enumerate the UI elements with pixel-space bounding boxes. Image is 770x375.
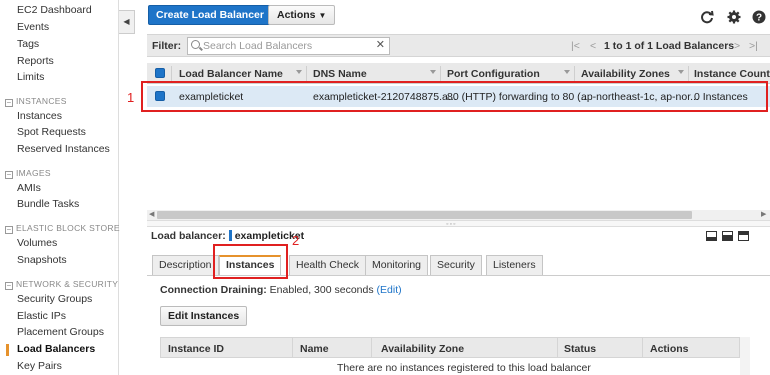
column-header-count[interactable]: Instance Count: [694, 68, 770, 80]
tab-description[interactable]: Description: [152, 255, 219, 275]
column-header-status[interactable]: Status: [564, 343, 596, 355]
sidebar-nav: EC2 Dashboard Events Tags Reports Limits…: [0, 0, 119, 375]
sidebar-item-volumes[interactable]: Volumes: [17, 237, 57, 249]
sidebar-item-key-pairs[interactable]: Key Pairs: [17, 360, 62, 372]
lb-color-mark: [228, 230, 232, 241]
sort-icon[interactable]: [678, 70, 684, 74]
vertical-scrollbar[interactable]: [740, 337, 750, 375]
drag-handle-icon: ◦◦◦: [446, 221, 457, 228]
sidebar-section-network-security[interactable]: − NETWORK & SECURITY: [5, 279, 118, 290]
refresh-icon[interactable]: [700, 10, 714, 24]
annotation-marker-2: 2: [292, 233, 300, 248]
select-all-checkbox[interactable]: [155, 68, 165, 78]
close-icon[interactable]: ✕: [376, 38, 385, 51]
sidebar-section-images[interactable]: − IMAGES: [5, 168, 51, 179]
sidebar-item-instances[interactable]: Instances: [17, 110, 62, 122]
chevron-left-icon: ◀: [123, 17, 130, 26]
scroll-right-icon[interactable]: ▶: [761, 210, 766, 218]
filter-label: Filter:: [152, 40, 182, 52]
search-icon: [191, 40, 200, 49]
column-header-dns[interactable]: DNS Name: [313, 68, 367, 80]
column-header-name[interactable]: Name: [300, 343, 329, 355]
sidebar-section-instances[interactable]: − INSTANCES: [5, 96, 67, 107]
scroll-left-icon[interactable]: ◀: [149, 210, 154, 218]
collapse-section-icon: −: [5, 98, 13, 107]
edit-instances-button[interactable]: Edit Instances: [160, 306, 248, 326]
annotation-box-2: [213, 244, 288, 279]
filter-bar: Filter: ✕ |< < 1 to 1 of 1 Load Balancer…: [147, 34, 770, 57]
sidebar-item-bundle-tasks[interactable]: Bundle Tasks: [17, 198, 79, 210]
panel-top-view-icon[interactable]: [738, 231, 749, 241]
sort-icon[interactable]: [296, 70, 302, 74]
tab-listeners[interactable]: Listeners: [486, 255, 543, 275]
edit-draining-link[interactable]: (Edit): [377, 284, 402, 296]
tab-health-check[interactable]: Health Check: [289, 255, 367, 275]
sidebar-item-placement-groups[interactable]: Placement Groups: [17, 326, 104, 338]
svg-text:?: ?: [756, 13, 762, 24]
draining-label: Connection Draining:: [160, 284, 267, 296]
sidebar-item-reserved-instances[interactable]: Reserved Instances: [17, 143, 110, 155]
sidebar-item-elastic-ips[interactable]: Elastic IPs: [17, 310, 66, 322]
column-header-port[interactable]: Port Configuration: [447, 68, 540, 80]
column-header-zones[interactable]: Availability Zones: [581, 68, 670, 80]
column-header-availability-zone[interactable]: Availability Zone: [381, 343, 464, 355]
gear-icon[interactable]: [727, 10, 741, 24]
panel-full-view-icon[interactable]: [722, 231, 733, 241]
scrollbar-thumb[interactable]: [157, 211, 692, 219]
actions-dropdown-button[interactable]: Actions ▼: [268, 5, 336, 25]
annotation-marker-1: 1: [127, 90, 135, 105]
prev-page-button[interactable]: <: [590, 40, 596, 52]
sidebar-item-amis[interactable]: AMIs: [17, 182, 41, 194]
tab-security[interactable]: Security: [430, 255, 482, 275]
collapse-section-icon: −: [5, 170, 13, 179]
column-header-name[interactable]: Load Balancer Name: [179, 68, 283, 80]
empty-instances-message: There are no instances registered to thi…: [337, 362, 591, 374]
chevron-down-icon: ▼: [318, 11, 327, 20]
pagination-text: 1 to 1 of 1 Load Balancers: [604, 40, 735, 52]
details-title: Load balancer: exampleticket: [151, 230, 305, 242]
create-load-balancer-button[interactable]: Create Load Balancer: [148, 5, 272, 25]
sidebar-item-snapshots[interactable]: Snapshots: [17, 254, 67, 266]
active-indicator: [6, 344, 9, 356]
tab-monitoring[interactable]: Monitoring: [365, 255, 429, 275]
sidebar-item-spot-requests[interactable]: Spot Requests: [17, 126, 86, 138]
sidebar-item-reports[interactable]: Reports: [17, 55, 54, 67]
draining-value: Enabled, 300 seconds: [269, 284, 374, 296]
sidebar-item-ec2-dashboard[interactable]: EC2 Dashboard: [17, 4, 92, 16]
sidebar-collapse-button[interactable]: ◀: [119, 10, 135, 34]
connection-draining: Connection Draining: Enabled, 300 second…: [160, 284, 402, 296]
next-page-button[interactable]: >: [734, 40, 740, 52]
annotation-box-1: [141, 81, 768, 112]
sidebar-item-load-balancers[interactable]: Load Balancers: [17, 343, 95, 355]
last-page-button[interactable]: >|: [749, 40, 758, 52]
column-header-instance-id[interactable]: Instance ID: [168, 343, 224, 355]
sort-icon[interactable]: [564, 70, 570, 74]
collapse-section-icon: −: [5, 281, 13, 290]
help-icon[interactable]: ?: [752, 10, 766, 24]
sidebar-item-security-groups[interactable]: Security Groups: [17, 293, 92, 305]
sidebar-item-tags[interactable]: Tags: [17, 38, 39, 50]
search-input[interactable]: [203, 39, 373, 53]
sort-icon[interactable]: [430, 70, 436, 74]
sidebar-section-ebs[interactable]: − ELASTIC BLOCK STORE: [5, 223, 120, 234]
collapse-section-icon: −: [5, 225, 13, 234]
first-page-button[interactable]: |<: [571, 40, 580, 52]
instances-table-header: Instance ID Name Availability Zone Statu…: [160, 337, 740, 358]
panel-splitter[interactable]: ◦◦◦: [147, 220, 770, 228]
column-header-actions[interactable]: Actions: [650, 343, 689, 355]
horizontal-scrollbar[interactable]: ◀ ▶: [147, 210, 770, 220]
sidebar-item-limits[interactable]: Limits: [17, 71, 44, 83]
search-box: ✕: [187, 37, 390, 55]
sidebar-item-events[interactable]: Events: [17, 21, 49, 33]
panel-bottom-view-icon[interactable]: [706, 231, 717, 241]
